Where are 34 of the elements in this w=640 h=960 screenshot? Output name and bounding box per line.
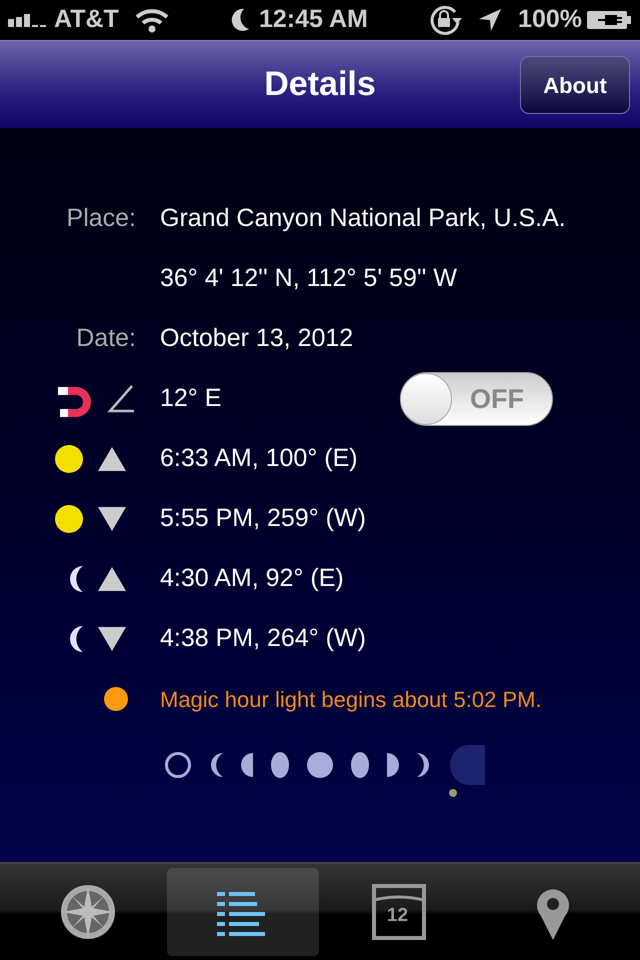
angle-icon — [106, 384, 136, 414]
calendar-day: 12 — [386, 902, 408, 930]
clock-time: 12:45 AM — [259, 4, 368, 36]
field-value: Grand Canyon National Park, U.S.A. — [160, 203, 566, 234]
rotation-lock-icon — [428, 4, 462, 36]
carrier-name: AT&T — [54, 4, 119, 36]
down-triangle-icon — [98, 507, 126, 531]
up-triangle-icon — [98, 447, 126, 471]
field-label: Date: — [75, 323, 137, 354]
sun-icon — [54, 504, 84, 534]
wifi-icon — [134, 7, 169, 33]
event-time: 6:33 AM, 100° (E) — [160, 443, 358, 474]
about-button[interactable]: About — [520, 56, 630, 114]
field-value: 36° 4' 12'' N, 112° 5' 59'' W — [160, 263, 457, 294]
crescent-moon-icon — [68, 625, 84, 653]
sun-icon — [104, 687, 128, 711]
moon-icon — [229, 7, 251, 33]
event-time: 4:38 PM, 264° (W) — [160, 623, 366, 654]
up-triangle-icon — [98, 567, 126, 591]
sun-icon — [54, 444, 84, 474]
location-icon — [478, 8, 502, 32]
battery-icon — [586, 9, 632, 31]
down-triangle-icon — [98, 627, 126, 651]
field-value: October 13, 2012 — [160, 323, 354, 354]
tab-button[interactable] — [166, 868, 318, 956]
event-time: 4:30 AM, 92° (E) — [160, 563, 344, 594]
moon-phase-icon — [449, 745, 485, 785]
battery-percent: 100% — [518, 4, 582, 36]
magic-hour-text: Magic hour light begins about 5:02 PM. — [160, 686, 542, 714]
field-label: Place: — [66, 203, 137, 234]
screen-title: Details — [264, 64, 376, 105]
declination-value: 12° E — [160, 383, 222, 414]
event-time: 5:55 PM, 259° (W) — [160, 503, 366, 534]
crescent-moon-icon — [68, 565, 84, 593]
